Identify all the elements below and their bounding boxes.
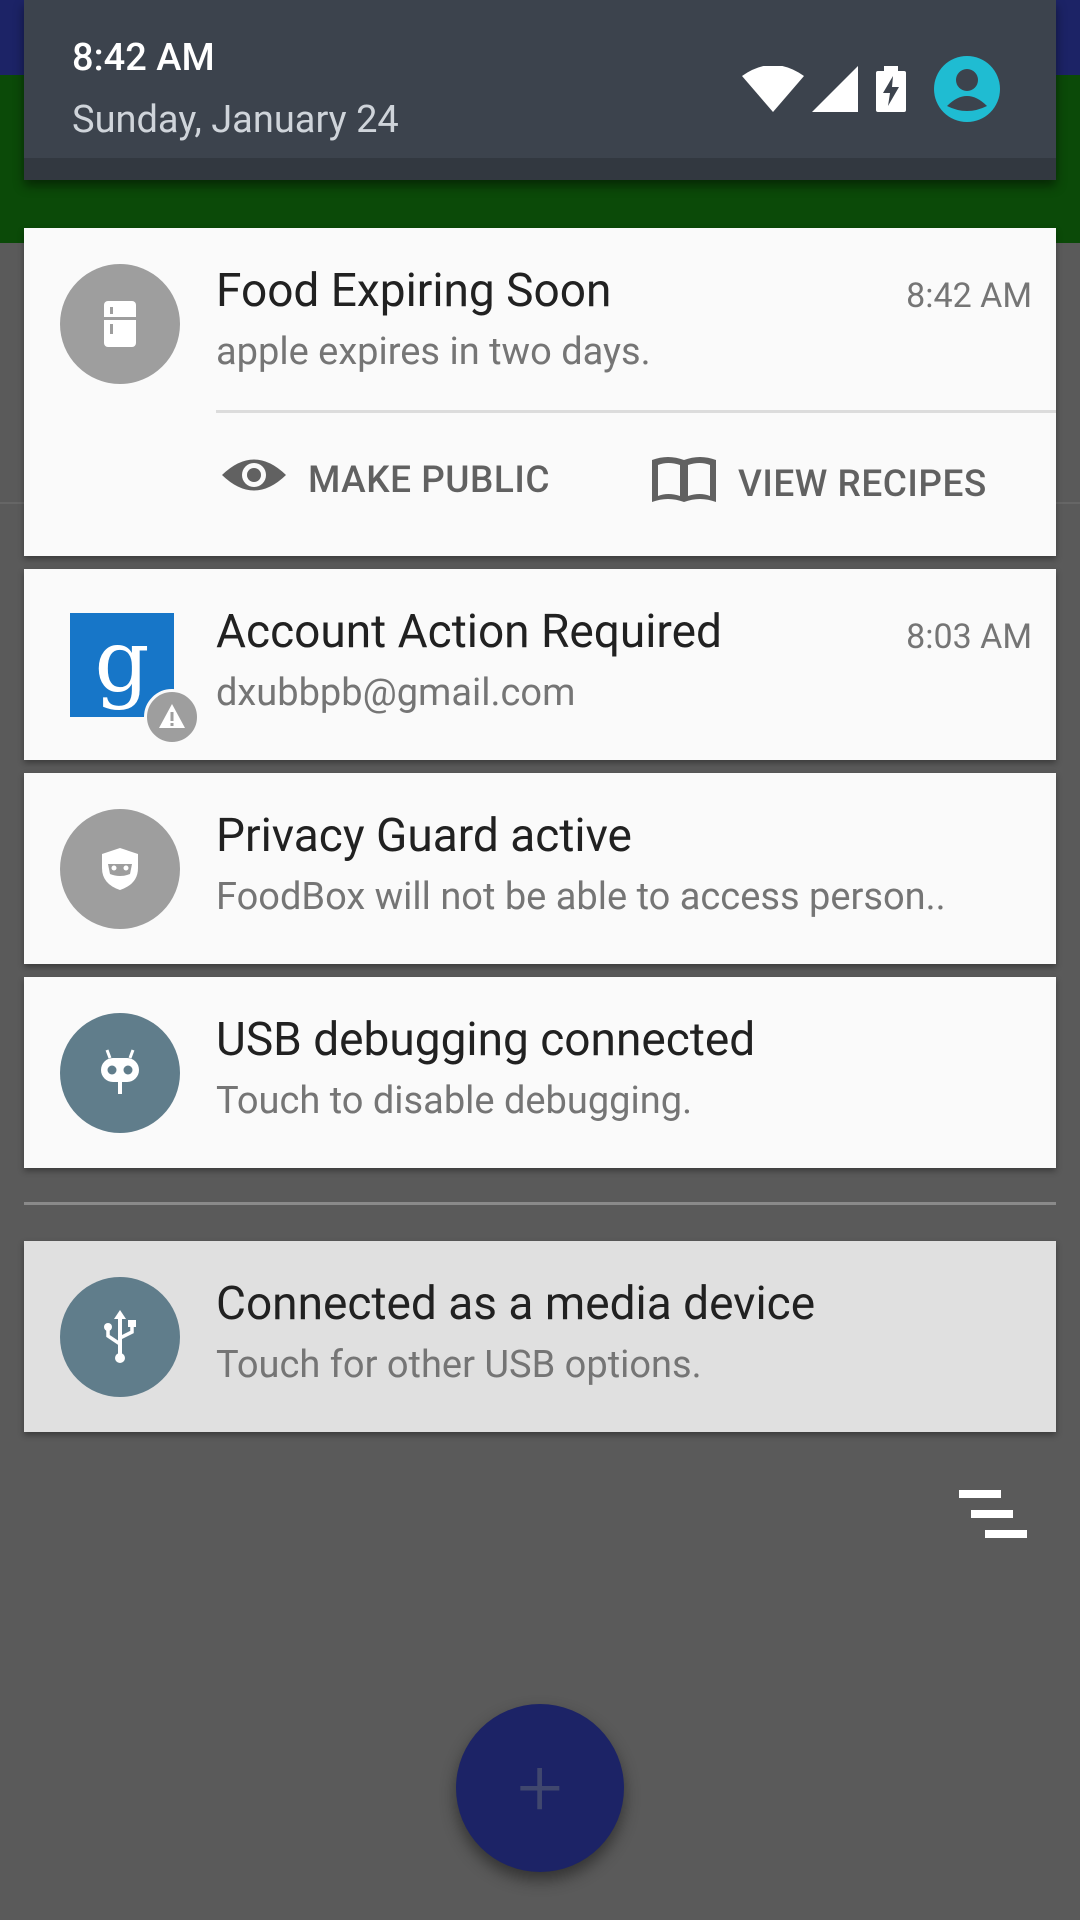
notification-title: USB debugging connected — [216, 1013, 756, 1067]
make-public-button[interactable]: MAKE PUBLIC — [220, 454, 550, 506]
notification-food-expiring[interactable]: Food Expiring Soon 8:42 AM apple expires… — [24, 228, 1056, 556]
action-divider — [216, 410, 1056, 413]
make-public-label: MAKE PUBLIC — [308, 458, 550, 502]
notification-title: Food Expiring Soon — [216, 264, 612, 318]
fridge-icon — [60, 264, 180, 384]
clock: 8:42 AM — [72, 36, 215, 80]
notification-account-action[interactable]: g Account Action Required 8:03 AM dxubbp… — [24, 569, 1056, 760]
notification-section-divider — [24, 1202, 1056, 1205]
notification-text: Touch to disable debugging. — [216, 1079, 693, 1123]
notification-title: Privacy Guard active — [216, 809, 632, 863]
view-recipes-button[interactable]: VIEW RECIPES — [650, 454, 987, 514]
notification-time: 8:42 AM — [906, 276, 1032, 316]
notification-title: Account Action Required — [216, 605, 722, 659]
notification-text: dxubbpb@gmail.com — [216, 671, 576, 715]
cell-signal-icon — [812, 66, 858, 116]
plus-icon: + — [517, 1741, 563, 1835]
battery-charging-icon — [874, 66, 908, 116]
add-fab-button[interactable]: + — [456, 1704, 624, 1872]
wifi-icon — [742, 65, 804, 116]
usb-icon — [60, 1277, 180, 1397]
notification-time: 8:03 AM — [906, 617, 1032, 657]
notification-privacy-guard[interactable]: Privacy Guard active FoodBox will not be… — [24, 773, 1056, 964]
android-debug-icon — [60, 1013, 180, 1133]
book-icon — [650, 454, 718, 514]
notification-text: apple expires in two days. — [216, 330, 651, 374]
svg-text:g: g — [94, 613, 149, 712]
notification-title: Connected as a media device — [216, 1277, 816, 1331]
notification-usb-debugging[interactable]: USB debugging connected Touch to disable… — [24, 977, 1056, 1168]
eye-icon — [220, 454, 288, 506]
warning-icon — [144, 689, 200, 745]
notification-text: Touch for other USB options. — [216, 1343, 702, 1387]
header-handle — [24, 158, 1056, 180]
privacy-guard-icon — [60, 809, 180, 929]
notification-shade-header[interactable]: 8:42 AM Sunday, January 24 — [24, 0, 1056, 180]
clear-all-icon[interactable] — [955, 1488, 1029, 1544]
date: Sunday, January 24 — [72, 98, 399, 142]
view-recipes-label: VIEW RECIPES — [738, 462, 987, 506]
notification-text: FoodBox will not be able to access perso… — [216, 875, 946, 919]
user-account-icon[interactable] — [934, 56, 1000, 126]
notification-usb-media-device[interactable]: Connected as a media device Touch for ot… — [24, 1241, 1056, 1432]
status-icons — [742, 56, 1000, 126]
